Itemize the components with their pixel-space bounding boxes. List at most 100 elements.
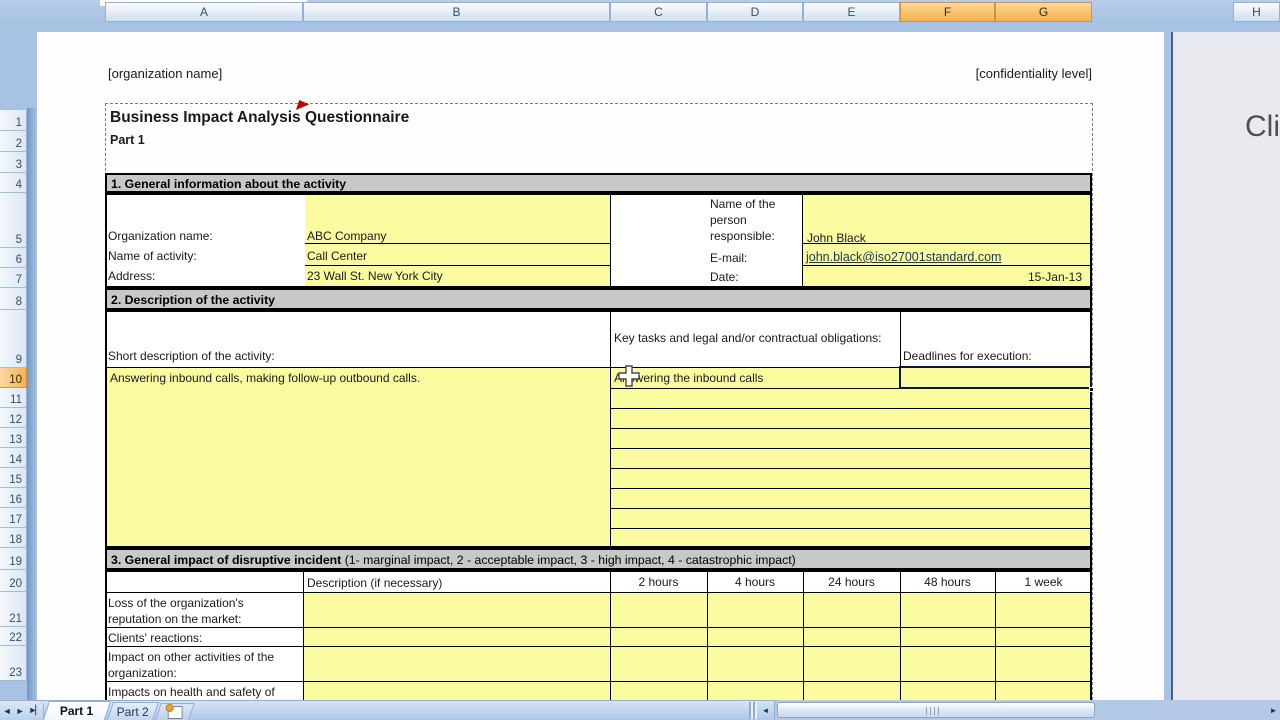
divider xyxy=(107,592,1090,593)
section3-heading[interactable]: 3. General impact of disruptive incident… xyxy=(105,548,1092,570)
row-header-9[interactable]: 9 xyxy=(0,310,27,368)
row-header-10[interactable]: 10 xyxy=(0,368,27,388)
impact-row-label-other-activities[interactable]: Impact on other activities of the organi… xyxy=(108,649,300,681)
form-subtitle[interactable]: Part 1 xyxy=(110,133,145,147)
row-header-22[interactable]: 22 xyxy=(0,627,27,646)
section2-heading[interactable]: 2. Description of the activity xyxy=(105,288,1092,310)
date-label[interactable]: Date: xyxy=(710,269,739,285)
deadlines-label[interactable]: Deadlines for execution: xyxy=(903,348,1032,364)
col-1week-header[interactable]: 1 week xyxy=(995,575,1092,589)
col-2hours-header[interactable]: 2 hours xyxy=(610,575,707,589)
col-description-header[interactable]: Description (if necessary) xyxy=(307,575,442,591)
row-header-14[interactable]: 14 xyxy=(0,448,27,468)
sheet-tab-part2[interactable]: Part 2 xyxy=(107,702,159,720)
row-header-12[interactable]: 12 xyxy=(0,408,27,428)
person-responsible-value[interactable]: John Black xyxy=(807,230,866,246)
key-tasks-input-rows[interactable] xyxy=(611,368,1090,546)
divider xyxy=(610,312,611,546)
column-header-g[interactable]: G xyxy=(995,2,1092,22)
row-header-6[interactable]: 6 xyxy=(0,248,27,268)
address-label[interactable]: Address: xyxy=(108,268,155,284)
divider xyxy=(803,265,1090,266)
divider xyxy=(107,627,1090,628)
column-header-d[interactable]: D xyxy=(707,2,803,22)
person-responsible-label[interactable]: Name of the person responsible: xyxy=(710,196,805,244)
col-48hours-header[interactable]: 48 hours xyxy=(900,575,995,589)
sheet-tab-part1-label: Part 1 xyxy=(60,704,93,718)
divider xyxy=(611,408,1090,409)
active-cell-selection[interactable] xyxy=(899,366,1092,389)
page-header-left[interactable]: [organization name] xyxy=(108,66,222,82)
row-header-16[interactable]: 16 xyxy=(0,488,27,508)
divider xyxy=(107,646,1090,647)
short-description-value[interactable]: Answering inbound calls, making follow-u… xyxy=(110,370,420,386)
row-header-13[interactable]: 13 xyxy=(0,428,27,448)
activity-name-value[interactable]: Call Center xyxy=(307,248,367,264)
org-name-label[interactable]: Organization name: xyxy=(108,228,213,244)
row-header-8[interactable]: 8 xyxy=(0,288,27,310)
impact-row-label-health-safety[interactable]: Impacts on health and safety of xyxy=(108,684,300,699)
section3-heading-bold: 3. General impact of disruptive incident xyxy=(111,553,341,567)
row-header-17[interactable]: 17 xyxy=(0,508,27,528)
tab-scroll-first-icon[interactable]: ◄ xyxy=(3,706,12,716)
divider xyxy=(611,468,1090,469)
column-header-e[interactable]: E xyxy=(803,2,900,22)
short-description-input-area[interactable] xyxy=(107,368,610,546)
selection-fill-handle[interactable] xyxy=(1089,387,1094,392)
divider xyxy=(611,508,1090,509)
insert-worksheet-tab[interactable] xyxy=(155,703,195,720)
row-header-4[interactable]: 4 xyxy=(0,173,27,193)
sheet-tab-part1[interactable]: Part 1 xyxy=(43,701,111,720)
divider xyxy=(107,681,1090,682)
org-name-value[interactable]: ABC Company xyxy=(307,228,386,244)
cell-cursor-icon xyxy=(616,363,642,394)
row-header-23[interactable]: 23 xyxy=(0,646,27,681)
column-header-h[interactable]: H xyxy=(1233,2,1280,22)
impact-row-label-reputation[interactable]: Loss of the organization's reputation on… xyxy=(108,595,300,627)
hscroll-thumb[interactable] xyxy=(777,702,1095,718)
hscroll-right-arrow-icon[interactable]: ► xyxy=(1266,702,1280,719)
tab-split-handle[interactable] xyxy=(749,702,757,719)
short-description-label[interactable]: Short description of the activity: xyxy=(108,348,275,364)
next-page-area: Click xyxy=(1173,32,1280,700)
row-header-5[interactable]: 5 xyxy=(0,193,27,248)
key-tasks-label[interactable]: Key tasks and legal and/or contractual o… xyxy=(614,330,886,347)
row-header-18[interactable]: 18 xyxy=(0,528,27,548)
divider xyxy=(900,312,901,367)
column-header-b[interactable]: B xyxy=(303,2,610,22)
row-header-7[interactable]: 7 xyxy=(0,268,27,288)
row-header-11[interactable]: 11 xyxy=(0,388,27,408)
hscroll-thumb-grip xyxy=(926,707,942,715)
divider xyxy=(611,528,1090,529)
email-link[interactable]: john.black@iso27001standard.com xyxy=(806,249,1001,265)
divider xyxy=(611,428,1090,429)
row-header-21[interactable]: 21 xyxy=(0,592,27,627)
row-header-15[interactable]: 15 xyxy=(0,468,27,488)
section1-heading[interactable]: 1. General information about the activit… xyxy=(105,173,1092,193)
column-header-c[interactable]: C xyxy=(610,2,707,22)
form-title[interactable]: Business Impact Analysis Questionnaire xyxy=(110,109,409,127)
tab-scroll-last-icon[interactable]: ►▏ xyxy=(29,705,41,716)
insert-worksheet-icon xyxy=(167,706,182,719)
email-label[interactable]: E-mail: xyxy=(710,250,747,266)
impact-row-label-clients[interactable]: Clients' reactions: xyxy=(108,630,300,646)
hscroll-left-arrow-icon[interactable]: ◄ xyxy=(758,702,773,719)
row-header-1[interactable]: 1 xyxy=(0,110,27,131)
row-header-2[interactable]: 2 xyxy=(0,131,27,152)
divider xyxy=(611,448,1090,449)
activity-name-label[interactable]: Name of activity: xyxy=(108,248,197,264)
row-header-3[interactable]: 3 xyxy=(0,152,27,173)
col-4hours-header[interactable]: 4 hours xyxy=(707,575,803,589)
column-header-a[interactable]: A xyxy=(105,2,303,22)
row-header-19[interactable]: 19 xyxy=(0,548,27,570)
col-24hours-header[interactable]: 24 hours xyxy=(803,575,900,589)
excel-window: A B C D E F G H Click 1 2 3 4 5 6 7 8 9 … xyxy=(0,0,1280,720)
tab-nav-group: ◄ ► ►▏ xyxy=(0,701,44,720)
address-value[interactable]: 23 Wall St. New York City xyxy=(307,268,443,284)
tab-scroll-next-icon[interactable]: ► xyxy=(16,706,25,716)
date-value[interactable]: 15-Jan-13 xyxy=(803,269,1086,285)
sheet-tab-part2-label: Part 2 xyxy=(117,705,149,719)
column-header-f[interactable]: F xyxy=(900,2,995,22)
row-header-20[interactable]: 20 xyxy=(0,570,27,592)
page-header-right[interactable]: [confidentiality level] xyxy=(700,66,1092,82)
